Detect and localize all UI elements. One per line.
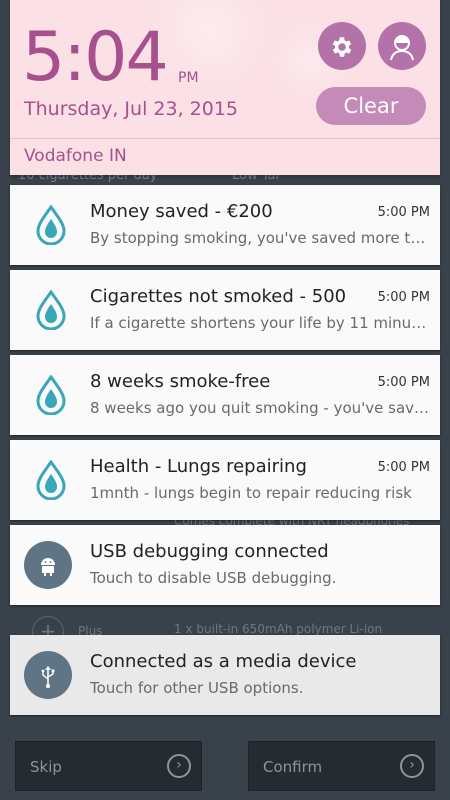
- notification-title: Connected as a media device: [90, 651, 357, 672]
- profile-button[interactable]: [378, 22, 426, 70]
- notification-card[interactable]: 8 weeks smoke-free 5:00 PM 8 weeks ago y…: [10, 355, 440, 435]
- date-label: Thursday, Jul 23, 2015: [24, 98, 239, 120]
- clear-button[interactable]: Clear: [316, 87, 426, 125]
- notification-title: USB debugging connected: [90, 541, 329, 562]
- settings-button[interactable]: [318, 22, 366, 70]
- notification-card[interactable]: Cigarettes not smoked - 500 5:00 PM If a…: [10, 270, 440, 350]
- notification-text: If a cigarette shortens your life by 11 …: [90, 314, 430, 332]
- usb-icon: [24, 651, 72, 699]
- notification-text: By stopping smoking, you've saved more t…: [90, 229, 430, 247]
- skip-button[interactable]: Skip ›: [15, 741, 202, 791]
- notification-text: 1mnth - lungs begin to repair reducing r…: [90, 484, 412, 502]
- notification-card[interactable]: USB debugging connected Touch to disable…: [10, 525, 440, 605]
- drop-icon: [36, 290, 66, 330]
- chevron-right-icon: ›: [400, 754, 424, 778]
- notification-title: Health - Lungs repairing: [90, 456, 307, 477]
- confirm-button[interactable]: Confirm ›: [248, 741, 435, 791]
- notification-text: Touch for other USB options.: [90, 679, 304, 697]
- header-divider: [10, 138, 440, 139]
- drop-icon: [36, 205, 66, 245]
- confirm-label: Confirm: [263, 758, 323, 776]
- user-profile-icon: [388, 32, 416, 61]
- notification-time: 5:00 PM: [377, 205, 430, 220]
- notification-card[interactable]: Money saved - €200 5:00 PM By stopping s…: [10, 185, 440, 265]
- notification-time: 5:00 PM: [377, 375, 430, 390]
- notification-text: Touch to disable USB debugging.: [90, 569, 337, 587]
- notification-title: Money saved - €200: [90, 201, 273, 222]
- notification-shade-header: 5:04 PM Thursday, Jul 23, 2015 Clear Vod…: [10, 0, 440, 175]
- notification-title: Cigarettes not smoked - 500: [90, 286, 347, 307]
- drop-icon: [36, 460, 66, 500]
- notification-card[interactable]: Connected as a media device Touch for ot…: [10, 635, 440, 715]
- skip-label: Skip: [30, 758, 62, 776]
- clock-time: 5:04: [22, 18, 169, 97]
- clock-ampm: PM: [178, 70, 199, 86]
- chevron-right-icon: ›: [167, 754, 191, 778]
- gear-icon: [329, 32, 355, 60]
- notification-time: 5:00 PM: [377, 460, 430, 475]
- notification-text: 8 weeks ago you quit smoking - you've sa…: [90, 399, 430, 417]
- notification-title: 8 weeks smoke-free: [90, 371, 271, 392]
- background-row-text: 1 x built-in 650mAh polymer Li-ion: [174, 622, 383, 636]
- drop-icon: [36, 375, 66, 415]
- android-icon: [24, 541, 72, 589]
- notification-card[interactable]: Health - Lungs repairing 5:00 PM 1mnth -…: [10, 440, 440, 520]
- notification-time: 5:00 PM: [377, 290, 430, 305]
- carrier-name: Vodafone IN: [24, 146, 127, 166]
